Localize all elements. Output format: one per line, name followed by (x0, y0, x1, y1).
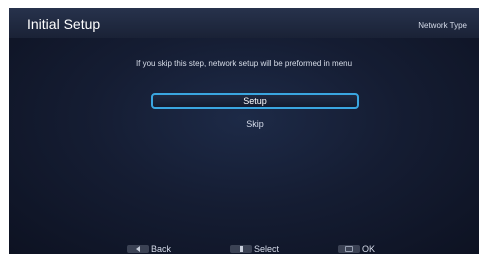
page-title: Initial Setup (27, 16, 101, 32)
select-hint-label: Select (254, 244, 280, 254)
skip-option[interactable]: Skip (151, 116, 359, 132)
ok-key-icon (338, 245, 360, 253)
footer-hints: Back Select OK (9, 244, 479, 254)
select-hint[interactable]: Select (230, 244, 279, 254)
info-message: If you skip this step, network setup wil… (135, 59, 353, 68)
back-hint[interactable]: Back (127, 244, 171, 254)
header-bar: Initial Setup Network Type (9, 8, 479, 38)
section-label: Network Type (418, 21, 467, 30)
back-hint-label: Back (151, 244, 172, 254)
setup-option-label: Setup (243, 96, 267, 106)
tv-screen: Initial Setup Network Type If you skip t… (9, 8, 479, 254)
ok-hint[interactable]: OK (338, 244, 375, 254)
setup-option[interactable]: Setup (151, 93, 359, 109)
left-arrow-key-icon (127, 245, 149, 253)
skip-option-label: Skip (246, 119, 264, 129)
ok-hint-label: OK (362, 244, 376, 254)
up-down-key-icon (230, 245, 252, 253)
